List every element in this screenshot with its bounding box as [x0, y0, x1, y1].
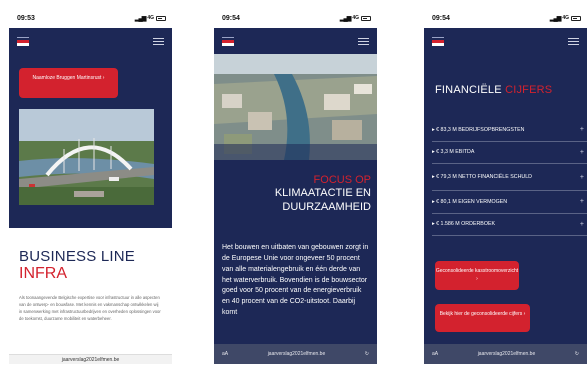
- hero-project-button[interactable]: Naamloze Bruggen Martinsrust ›: [19, 68, 118, 98]
- url-bar[interactable]: jaarverslag2021elfmen.be: [9, 354, 172, 364]
- logo-icon[interactable]: [17, 37, 29, 46]
- phone-screen-business-line: 09:53 ▂▄▆ 4G Naamloze Bruggen Martinsrus…: [9, 8, 172, 364]
- financial-item[interactable]: ▸ € 1.586 M ORDERBOEK +: [432, 214, 587, 236]
- menu-icon[interactable]: [153, 38, 164, 47]
- status-time: 09:53: [17, 14, 35, 22]
- bridge-photo: [19, 109, 154, 205]
- status-bar: 09:54 ▂▄▆ 4G: [214, 8, 377, 28]
- financial-item[interactable]: ▸ € 79,3 M NETTO FINANCIËLE SCHULD +: [432, 164, 587, 191]
- url-bar[interactable]: aA jaarverslag2021elfmen.be ↻: [424, 344, 587, 364]
- status-icons: ▂▄▆ 4G: [135, 15, 166, 22]
- business-line-body: Als toonaangevende Belgische expertise v…: [19, 294, 161, 322]
- network-label: 4G: [352, 15, 359, 21]
- top-navbar: [214, 28, 377, 54]
- climate-section: FOCUS OP KLIMAATACTIE EN DUURZAAMHEID He…: [214, 28, 377, 364]
- financials-title-white: FINANCIËLE: [435, 84, 502, 96]
- business-line-section: BUSINESS LINE INFRA Als toonaangevende B…: [9, 228, 172, 322]
- business-line-subheading: INFRA: [19, 265, 67, 283]
- top-navbar: [424, 28, 587, 54]
- financial-item-label: € 83,3 M BEDRIJFSOPBRENGSTEN: [436, 126, 525, 133]
- financials-title-red: CIJFERS: [505, 84, 553, 96]
- focus-title-line2: DUURZAAMHEID: [282, 200, 371, 213]
- menu-icon[interactable]: [358, 38, 369, 47]
- signal-icon: ▂▄▆: [549, 15, 562, 22]
- aerial-city-photo: [214, 54, 377, 160]
- plus-icon: +: [579, 220, 584, 228]
- battery-icon: [361, 15, 371, 21]
- text-size-button[interactable]: aA: [222, 351, 228, 357]
- logo-icon[interactable]: [222, 37, 234, 46]
- financial-item-label: € 1.586 M ORDERBOEK: [436, 221, 496, 228]
- financials-section: FINANCIËLE CIJFERS ▸ € 83,3 M BEDRIJFSOP…: [424, 28, 587, 364]
- phone-screen-financials: 09:54 ▂▄▆ 4G FINANCIËLE CIJFERS ▸ € 83,3…: [424, 8, 587, 364]
- hero-section: Naamloze Bruggen Martinsrust ›: [9, 28, 172, 228]
- url-text: jaarverslag2021elfmen.be: [477, 351, 536, 357]
- consolidated-figures-button-label: Bekijk hier de geconsolideerde cijfers: [439, 311, 523, 317]
- menu-icon[interactable]: [568, 38, 579, 47]
- financial-item[interactable]: ▸ € 83,3 M BEDRIJFSOPBRENGSTEN +: [432, 119, 587, 142]
- financial-item[interactable]: ▸ € 3,3 M EBITDA +: [432, 142, 587, 164]
- consolidated-figures-button[interactable]: Bekijk hier de geconsolideerde cijfers ›: [435, 304, 530, 332]
- url-bar[interactable]: aA jaarverslag2021elfmen.be ↻: [214, 344, 377, 364]
- plus-icon: +: [579, 126, 584, 134]
- text-size-button[interactable]: aA: [432, 351, 438, 357]
- signal-icon: ▂▄▆: [134, 15, 147, 22]
- logo-icon[interactable]: [432, 37, 444, 46]
- financial-item-label: € 3,3 M EBITDA: [436, 149, 475, 156]
- battery-icon: [156, 15, 166, 21]
- business-line-heading: BUSINESS LINE: [19, 248, 135, 265]
- status-icons: ▂▄▆ 4G: [550, 15, 581, 22]
- network-label: 4G: [147, 15, 154, 21]
- focus-heading: FOCUS OP KLIMAATACTIE EN DUURZAAMHEID: [275, 174, 371, 215]
- status-time: 09:54: [432, 14, 450, 22]
- financials-list: ▸ € 83,3 M BEDRIJFSOPBRENGSTEN + ▸ € 3,3 …: [432, 119, 587, 236]
- financials-title: FINANCIËLE CIJFERS: [435, 84, 552, 96]
- url-text: jaarverslag2021elfmen.be: [267, 351, 326, 357]
- url-text: jaarverslag2021elfmen.be: [61, 356, 120, 363]
- top-navbar: [9, 28, 172, 54]
- cashflow-button[interactable]: Geconsolideerde kasstroomoverzicht ›: [435, 261, 519, 290]
- hero-project-button-label: Naamloze Bruggen Martinsrust: [32, 75, 102, 81]
- status-icons: ▂▄▆ 4G: [340, 15, 371, 22]
- cashflow-button-label: Geconsolideerde kasstroomoverzicht: [435, 268, 519, 274]
- network-label: 4G: [562, 15, 569, 21]
- focus-title-line1: KLIMAATACTIE EN: [274, 187, 371, 200]
- focus-label: FOCUS OP: [313, 174, 371, 186]
- financial-item[interactable]: ▸ € 80,1 M EIGEN VERMOGEN +: [432, 191, 587, 214]
- plus-icon: +: [579, 148, 584, 156]
- signal-icon: ▂▄▆: [339, 15, 352, 22]
- reload-icon[interactable]: ↻: [575, 351, 579, 357]
- plus-icon: +: [579, 198, 584, 206]
- status-bar: 09:53 ▂▄▆ 4G: [9, 8, 172, 28]
- status-time: 09:54: [222, 14, 240, 22]
- battery-icon: [571, 15, 581, 21]
- plus-icon: +: [579, 173, 584, 181]
- status-bar: 09:54 ▂▄▆ 4G: [424, 8, 587, 28]
- phone-screen-climate: 09:54 ▂▄▆ 4G FOCUS OP KLIMAATACTIE EN DU…: [214, 8, 377, 364]
- financial-item-label: € 80,1 M EIGEN VERMOGEN: [436, 198, 508, 205]
- financial-item-label: € 79,3 M NETTO FINANCIËLE SCHULD: [436, 174, 532, 180]
- reload-icon[interactable]: ↻: [365, 351, 369, 357]
- climate-body-text: Het bouwen en uitbaten van gebouwen zorg…: [222, 244, 369, 317]
